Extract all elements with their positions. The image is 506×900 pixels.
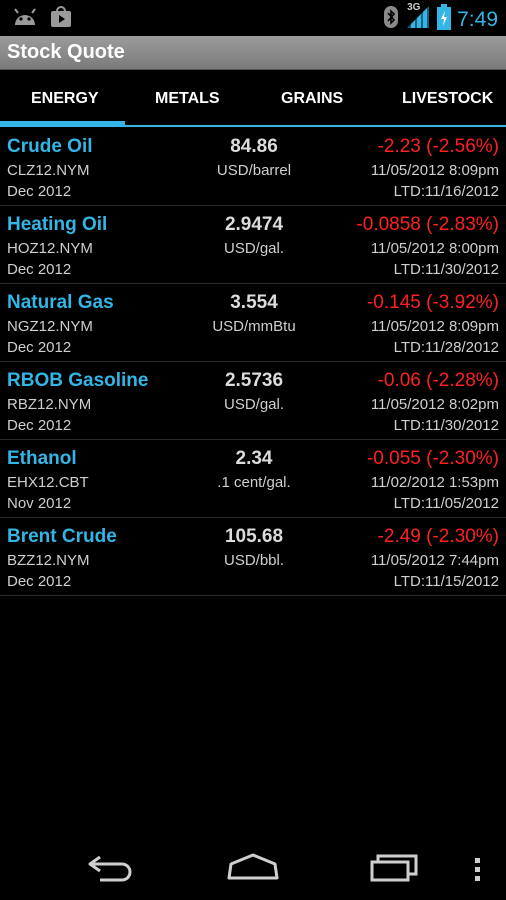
price: 2.5736 xyxy=(224,370,284,391)
quote-row-crude-oil[interactable]: Crude Oil CLZ12.NYM Dec 2012 84.86 USD/b… xyxy=(0,128,506,206)
play-store-icon xyxy=(50,6,72,33)
tab-metals[interactable]: METALS xyxy=(155,90,220,108)
unit: .1 cent/gal. xyxy=(217,474,291,491)
price-change: -0.06 (-2.28%) xyxy=(377,370,499,391)
last-trading-day: LTD:11/16/2012 xyxy=(393,183,499,200)
symbol: HOZ12.NYM xyxy=(7,240,93,257)
contract-month: Dec 2012 xyxy=(7,183,72,200)
tab-grains[interactable]: GRAINS xyxy=(281,90,343,108)
battery-charging-icon xyxy=(437,4,452,35)
price: 2.9474 xyxy=(224,214,284,235)
contract-month: Nov 2012 xyxy=(7,495,72,512)
contract-month: Dec 2012 xyxy=(7,261,72,278)
quote-list: Crude Oil CLZ12.NYM Dec 2012 84.86 USD/b… xyxy=(0,128,506,596)
commodity-name: Brent Crude xyxy=(7,526,117,547)
last-trading-day: LTD:11/05/2012 xyxy=(393,495,499,512)
commodity-name: Natural Gas xyxy=(7,292,114,313)
app-title: Stock Quote xyxy=(7,41,125,63)
price: 2.34 xyxy=(235,448,273,469)
price: 3.554 xyxy=(230,292,278,313)
action-bar: Stock Quote xyxy=(0,36,506,70)
quote-row-heating-oil[interactable]: Heating Oil HOZ12.NYM Dec 2012 2.9474 US… xyxy=(0,206,506,284)
symbol: NGZ12.NYM xyxy=(7,318,93,335)
network-type: 3G xyxy=(407,2,421,13)
home-icon xyxy=(227,853,279,880)
signal-3g-icon: 3G xyxy=(405,2,431,35)
unit: USD/gal. xyxy=(223,396,285,413)
price-change: -0.055 (-2.30%) xyxy=(366,448,499,469)
tab-bar: ENERGY METALS GRAINS LIVESTOCK xyxy=(0,70,506,128)
quote-row-ethanol[interactable]: Ethanol EHX12.CBT Nov 2012 2.34 .1 cent/… xyxy=(0,440,506,518)
unit: USD/gal. xyxy=(223,240,285,257)
quote-time: 11/05/2012 8:09pm xyxy=(370,318,499,335)
unit: USD/bbl. xyxy=(223,552,285,569)
contract-month: Dec 2012 xyxy=(7,573,72,590)
quote-time: 11/05/2012 8:02pm xyxy=(370,396,499,413)
notification-icons xyxy=(12,6,72,33)
commodity-name: Heating Oil xyxy=(7,214,108,235)
clock: 7:49 xyxy=(457,7,498,31)
contract-month: Dec 2012 xyxy=(7,417,72,434)
active-tab-indicator xyxy=(0,121,125,126)
last-trading-day: LTD:11/28/2012 xyxy=(393,339,499,356)
quote-row-brent-crude[interactable]: Brent Crude BZZ12.NYM Dec 2012 105.68 US… xyxy=(0,518,506,596)
recent-apps-button[interactable] xyxy=(368,850,420,887)
tab-energy[interactable]: ENERGY xyxy=(31,90,99,108)
symbol: EHX12.CBT xyxy=(7,474,89,491)
price: 105.68 xyxy=(224,526,284,547)
last-trading-day: LTD:11/30/2012 xyxy=(393,417,499,434)
home-button[interactable] xyxy=(226,850,280,887)
price-change: -0.0858 (-2.83%) xyxy=(356,214,499,235)
status-bar: 3G 7:49 xyxy=(0,0,506,36)
quote-time: 11/05/2012 8:00pm xyxy=(370,240,499,257)
quote-time: 11/05/2012 7:44pm xyxy=(370,552,499,569)
symbol: RBZ12.NYM xyxy=(7,396,92,413)
recent-apps-icon xyxy=(370,854,418,882)
commodity-name: Ethanol xyxy=(7,448,77,469)
quote-time: 11/02/2012 1:53pm xyxy=(370,474,499,491)
bluetooth-icon xyxy=(383,5,399,34)
commodity-name: Crude Oil xyxy=(7,136,93,157)
last-trading-day: LTD:11/15/2012 xyxy=(393,573,499,590)
quote-row-natural-gas[interactable]: Natural Gas NGZ12.NYM Dec 2012 3.554 USD… xyxy=(0,284,506,362)
unit: USD/mmBtu xyxy=(212,318,296,335)
android-icon xyxy=(12,7,38,32)
tab-livestock[interactable]: LIVESTOCK xyxy=(402,90,493,108)
price-change: -0.145 (-3.92%) xyxy=(366,292,499,313)
symbol: CLZ12.NYM xyxy=(7,162,90,179)
last-trading-day: LTD:11/30/2012 xyxy=(393,261,499,278)
back-button[interactable] xyxy=(86,850,138,887)
contract-month: Dec 2012 xyxy=(7,339,72,356)
commodity-name: RBOB Gasoline xyxy=(7,370,149,391)
back-icon xyxy=(88,855,132,882)
symbol: BZZ12.NYM xyxy=(7,552,90,569)
overflow-menu-button[interactable] xyxy=(474,858,482,887)
price-change: -2.49 (-2.30%) xyxy=(377,526,499,547)
overflow-menu-icon xyxy=(475,858,480,881)
quote-time: 11/05/2012 8:09pm xyxy=(370,162,499,179)
price-change: -2.23 (-2.56%) xyxy=(377,136,499,157)
navigation-bar xyxy=(0,836,506,900)
unit: USD/barrel xyxy=(216,162,292,179)
quote-row-rbob-gasoline[interactable]: RBOB Gasoline RBZ12.NYM Dec 2012 2.5736 … xyxy=(0,362,506,440)
price: 84.86 xyxy=(230,136,278,157)
